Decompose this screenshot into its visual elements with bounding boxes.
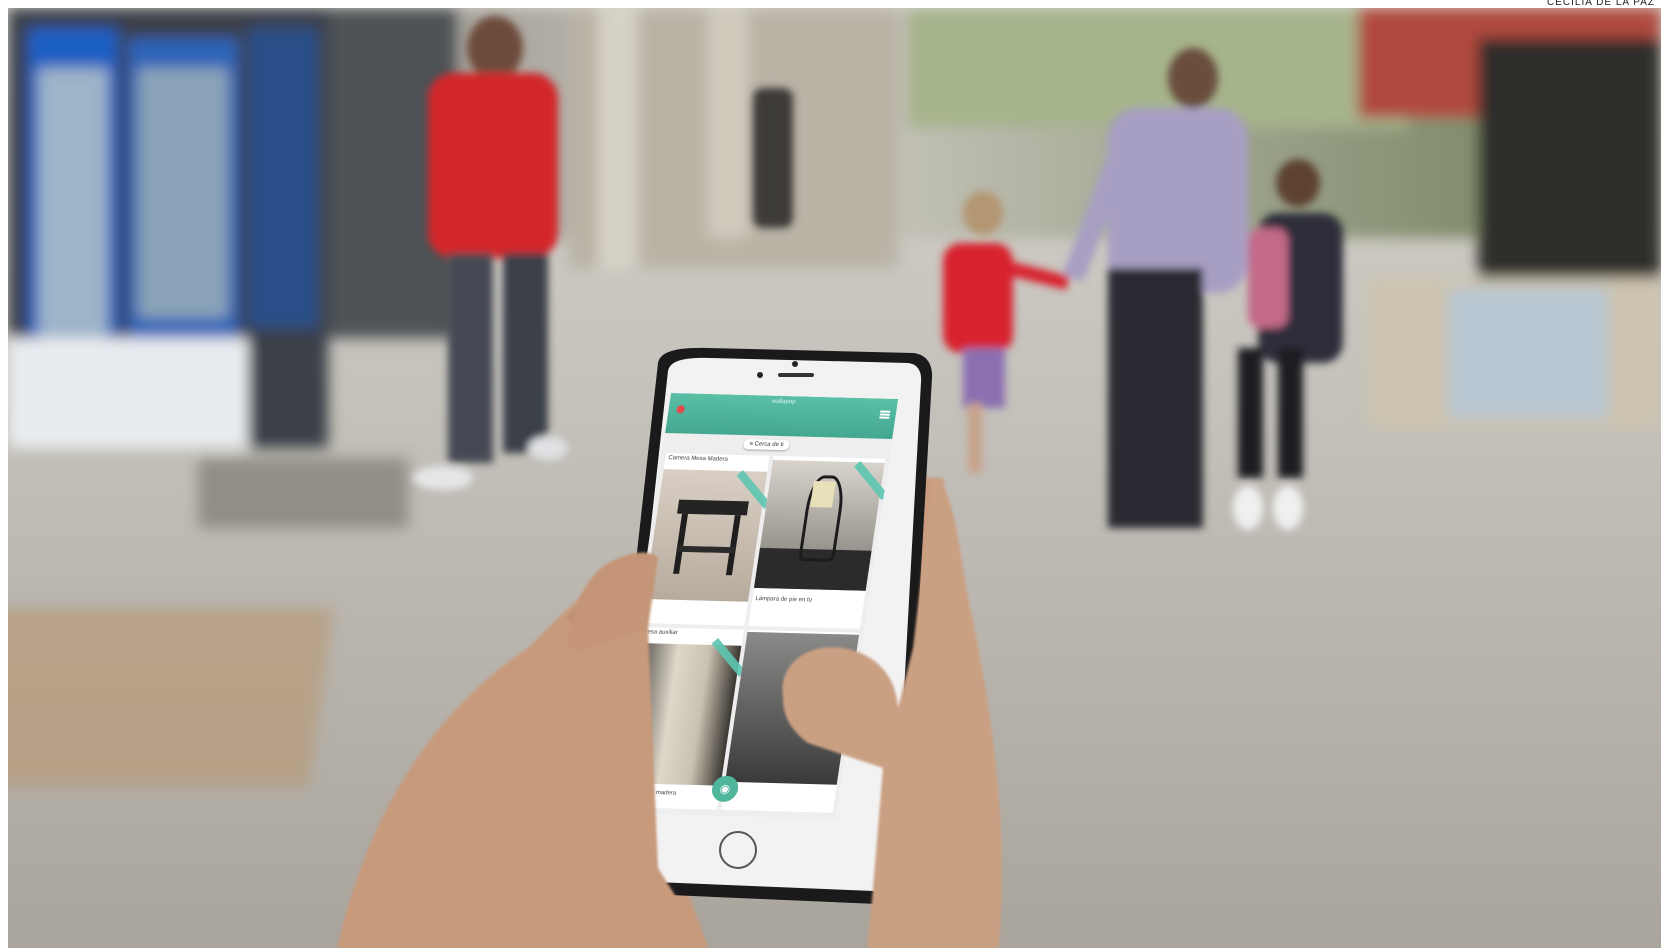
- hands-overlay: [338, 478, 1002, 948]
- photo-credit: CECILIA DE LA PAZ: [1547, 0, 1655, 8]
- street-photo: wallapop ≡ Cerca de ti Camera Mesa Mader…: [8, 8, 1661, 948]
